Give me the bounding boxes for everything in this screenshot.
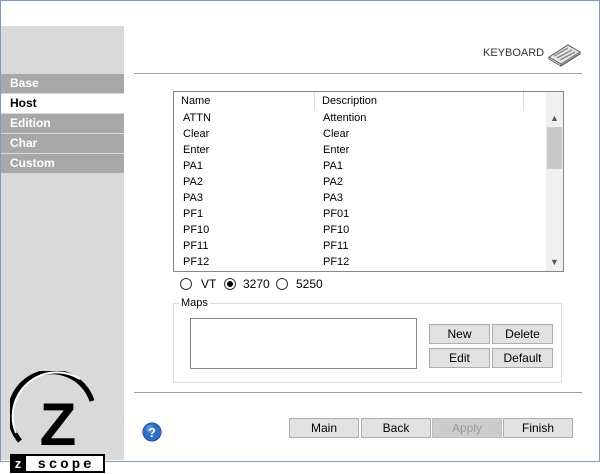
maps-legend: Maps <box>179 296 210 310</box>
key-name: Clear <box>183 128 210 140</box>
key-description: PA3 <box>323 192 343 204</box>
maps-list[interactable] <box>190 318 417 369</box>
key-description: PF01 <box>323 208 350 220</box>
sidebar-item-host[interactable]: Host <box>1 94 124 113</box>
key-description: PA2 <box>323 176 343 188</box>
table-row[interactable]: Clear Clear <box>174 126 545 142</box>
back-button[interactable]: Back <box>361 418 431 438</box>
table-row[interactable]: PA3 PA3 <box>174 190 545 206</box>
key-name: PA1 <box>183 160 203 172</box>
key-name: PF10 <box>183 224 210 236</box>
sidebar-item-char[interactable]: Char <box>1 134 124 153</box>
key-name: ATTN <box>183 112 211 124</box>
radio-5250[interactable] <box>276 278 288 290</box>
column-header-description[interactable]: Description <box>315 92 524 110</box>
column-header-filler <box>524 92 545 110</box>
section-label: KEYBOARD <box>483 47 545 59</box>
scroll-up-icon[interactable]: ▲ <box>546 110 563 127</box>
key-name: PA2 <box>183 176 203 188</box>
key-description: PF11 <box>323 240 349 252</box>
key-name: Enter <box>183 144 210 156</box>
new-map-button[interactable]: New <box>429 324 490 344</box>
table-row[interactable]: ATTN Attention <box>174 110 545 126</box>
key-description: Enter <box>323 144 350 156</box>
logo-letter: Z <box>40 391 77 458</box>
key-name: PF12 <box>183 256 210 268</box>
table-row[interactable]: PF10 PF10 <box>174 222 545 238</box>
list-header: Name Description <box>174 92 545 110</box>
sidebar: Base Host Edition Char Custom Z z scope <box>1 26 124 473</box>
scroll-thumb[interactable] <box>547 127 562 169</box>
keys-list[interactable]: Name Description ATTN Attention Clear Clea… <box>173 91 564 272</box>
key-description: PF12 <box>323 256 350 268</box>
delete-map-button[interactable]: Delete <box>492 324 553 344</box>
logo-word: scope <box>37 457 94 473</box>
edit-map-button[interactable]: Edit <box>429 348 490 368</box>
sidebar-item-custom[interactable]: Custom <box>1 154 124 173</box>
key-name: PA3 <box>183 192 203 204</box>
table-row[interactable]: PA1 PA1 <box>174 158 545 174</box>
radio-3270-label[interactable]: 3270 <box>243 278 270 290</box>
list-scrollbar[interactable]: ▲ ▼ <box>546 92 563 271</box>
finish-button[interactable]: Finish <box>503 418 573 438</box>
header-divider <box>134 73 582 74</box>
table-row[interactable]: Enter Enter <box>174 142 545 158</box>
keyboard-icon <box>548 44 581 67</box>
radio-vt-label[interactable]: VT <box>201 278 216 290</box>
key-description: PA1 <box>323 160 343 172</box>
footer-divider <box>134 392 582 393</box>
key-name: PF11 <box>183 240 209 252</box>
key-description: PF10 <box>323 224 350 236</box>
sidebar-item-base[interactable]: Base <box>1 74 124 93</box>
default-map-button[interactable]: Default <box>492 348 553 368</box>
table-row[interactable]: PF12 PF12 <box>174 254 545 270</box>
key-description: Attention <box>323 112 367 124</box>
key-description: Clear <box>323 128 350 140</box>
apply-button[interactable]: Apply <box>432 418 502 438</box>
table-row[interactable]: PF1 PF01 <box>174 206 545 222</box>
scroll-down-icon[interactable]: ▼ <box>546 254 563 271</box>
sidebar-item-edition[interactable]: Edition <box>1 114 124 133</box>
radio-3270[interactable] <box>224 278 236 290</box>
help-icon[interactable]: ? <box>142 422 162 442</box>
zscope-logo: Z z scope <box>10 371 105 473</box>
key-name: PF1 <box>183 208 204 220</box>
main-button[interactable]: Main <box>289 418 359 438</box>
table-row[interactable]: PA2 PA2 <box>174 174 545 190</box>
radio-vt[interactable] <box>180 278 192 290</box>
table-row[interactable]: PF11 PF11 <box>174 238 545 254</box>
logo-prefix: z <box>15 456 22 471</box>
column-header-name[interactable]: Name <box>174 92 315 110</box>
svg-text:?: ? <box>148 425 156 440</box>
radio-5250-label[interactable]: 5250 <box>296 278 323 290</box>
